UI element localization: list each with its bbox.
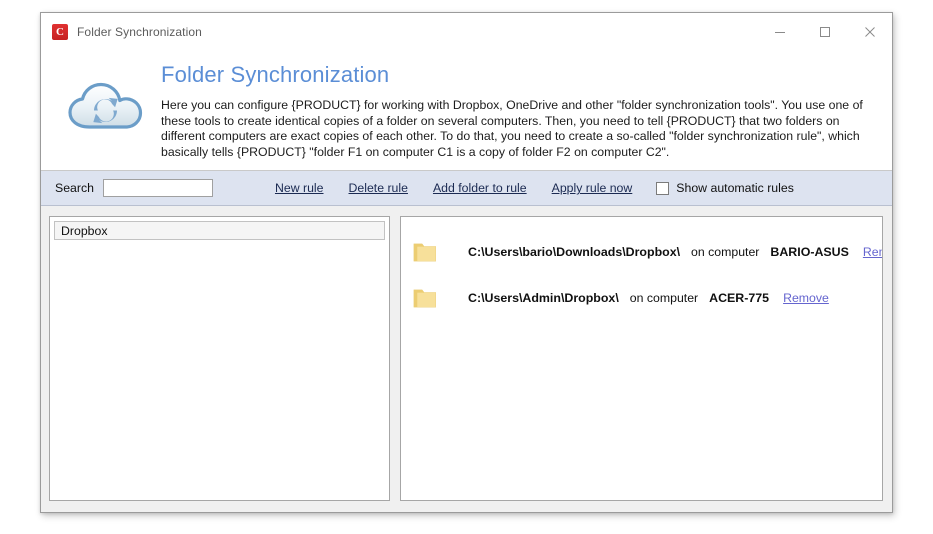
folders-list-panel[interactable]: C:\Users\bario\Downloads\Dropbox\ on com… <box>400 216 883 501</box>
window-controls <box>757 13 892 50</box>
new-rule-link[interactable]: New rule <box>275 181 324 195</box>
search-input[interactable] <box>102 179 213 198</box>
rules-list-panel[interactable]: Dropbox <box>49 216 390 501</box>
folder-row-text: C:\Users\Admin\Dropbox\ on computer ACER… <box>468 291 829 305</box>
list-item[interactable]: Dropbox <box>54 221 385 241</box>
folder-icon <box>413 241 437 263</box>
maximize-icon <box>819 26 830 37</box>
window-title: Folder Synchronization <box>77 24 202 39</box>
folder-icon <box>413 287 437 309</box>
apply-rule-now-link[interactable]: Apply rule now <box>552 181 633 195</box>
minimize-button[interactable] <box>757 16 802 47</box>
rule-name: Dropbox <box>61 223 108 238</box>
search-label: Search <box>55 181 94 196</box>
remove-link[interactable]: Remove <box>863 245 882 259</box>
table-row[interactable]: C:\Users\Admin\Dropbox\ on computer ACER… <box>401 275 882 321</box>
folder-row-text: C:\Users\bario\Downloads\Dropbox\ on com… <box>468 245 882 260</box>
computer-name: ACER-775 <box>709 291 770 306</box>
page-description: Here you can configure {PRODUCT} for wor… <box>161 98 863 159</box>
close-icon <box>864 26 875 37</box>
folder-path: C:\Users\Admin\Dropbox\ <box>468 291 619 306</box>
page-header: Folder Synchronization Here you can conf… <box>41 50 892 172</box>
add-folder-to-rule-link[interactable]: Add folder to rule <box>433 181 527 195</box>
page-title: Folder Synchronization <box>161 62 390 87</box>
show-automatic-rules-label: Show automatic rules <box>676 181 794 196</box>
delete-rule-link[interactable]: Delete rule <box>349 181 408 195</box>
content-area: Dropbox C:\Users\bario\Downloads\Dropbox… <box>41 206 892 512</box>
computer-name: BARIO-ASUS <box>770 245 849 260</box>
remove-link[interactable]: Remove <box>783 291 829 305</box>
minimize-icon <box>774 31 785 33</box>
toolbar: Search New rule Delete rule Add folder t… <box>41 171 892 207</box>
cloud-sync-icon <box>68 82 143 129</box>
on-computer-label: on computer <box>629 291 699 306</box>
table-row[interactable]: C:\Users\bario\Downloads\Dropbox\ on com… <box>401 229 882 275</box>
show-automatic-rules-group: Show automatic rules <box>656 181 794 195</box>
folder-path: C:\Users\bario\Downloads\Dropbox\ <box>468 245 681 260</box>
on-computer-label: on computer <box>691 245 760 260</box>
maximize-button[interactable] <box>802 16 847 47</box>
title-bar: C Folder Synchronization <box>41 13 892 50</box>
close-button[interactable] <box>847 16 892 47</box>
header-body: Folder Synchronization Here you can conf… <box>159 58 878 160</box>
application-window: C Folder Synchronization Folder Synchron… <box>40 12 893 513</box>
app-logo-icon: C <box>52 23 68 40</box>
header-icon-wrap <box>55 58 159 160</box>
show-automatic-rules-checkbox[interactable] <box>656 181 670 195</box>
